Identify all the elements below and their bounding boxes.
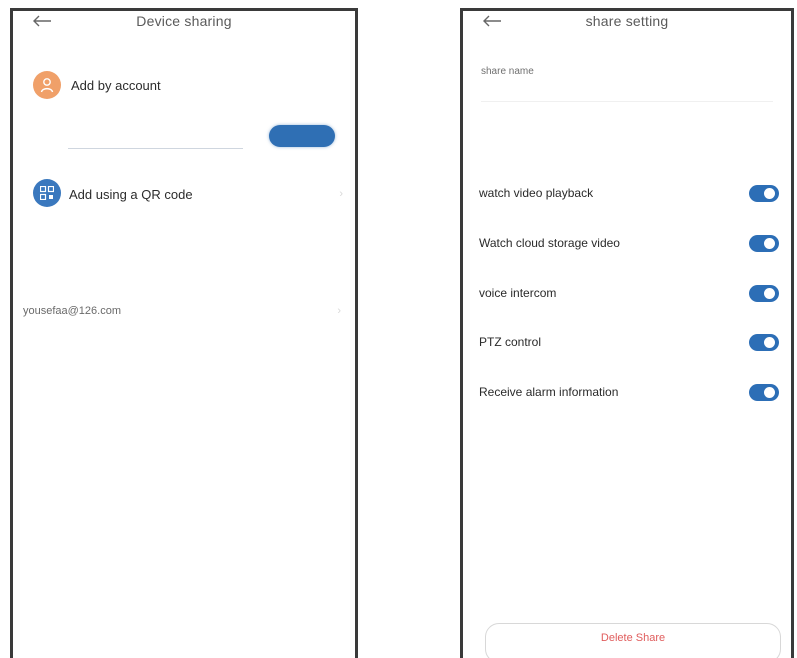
confirm-button[interactable]: [269, 125, 335, 147]
chevron-right-icon: ›: [339, 188, 343, 200]
chevron-right-icon: ›: [337, 305, 341, 317]
qr-code-icon: [33, 179, 61, 207]
permission-label: voice intercom: [479, 286, 557, 300]
permission-toggle[interactable]: [749, 285, 779, 302]
permission-row: Receive alarm information: [479, 382, 779, 404]
add-qr-code-row[interactable]: Add using a QR code ›: [33, 179, 343, 211]
device-sharing-screen: Device sharing Add by account Add using …: [10, 8, 358, 658]
permission-row: PTZ control: [479, 332, 779, 354]
share-setting-screen: share setting share name watch video pla…: [460, 8, 794, 658]
permission-row: Watch cloud storage video: [479, 233, 779, 255]
toggle-knob: [764, 188, 775, 199]
permission-label: Receive alarm information: [479, 385, 619, 399]
shared-account-item[interactable]: yousefaa@126.com: [23, 305, 121, 317]
add-by-account-row[interactable]: Add by account: [33, 71, 333, 103]
toggle-knob: [764, 288, 775, 299]
title-bar: share setting: [463, 11, 791, 37]
permission-toggle[interactable]: [749, 185, 779, 202]
permission-toggle[interactable]: [749, 334, 779, 351]
divider: [481, 101, 773, 102]
add-qr-code-label: Add using a QR code: [69, 187, 193, 202]
account-input[interactable]: [68, 125, 243, 149]
toggle-knob: [764, 238, 775, 249]
permission-label: Watch cloud storage video: [479, 236, 620, 250]
share-name-row[interactable]: share name: [481, 61, 777, 85]
permission-toggle[interactable]: [749, 235, 779, 252]
add-by-account-label: Add by account: [71, 78, 161, 93]
delete-share-button[interactable]: Delete Share: [485, 623, 781, 658]
toggle-knob: [764, 387, 775, 398]
share-name-label: share name: [481, 66, 534, 77]
page-title: share setting: [585, 13, 669, 29]
permission-row: watch video playback: [479, 183, 779, 205]
permission-row: voice intercom: [479, 283, 779, 305]
page-title: Device sharing: [136, 13, 232, 29]
user-icon: [33, 71, 61, 99]
permission-toggle[interactable]: [749, 384, 779, 401]
permission-label: watch video playback: [479, 186, 594, 200]
title-bar: Device sharing: [13, 11, 355, 37]
toggle-knob: [764, 337, 775, 348]
permission-label: PTZ control: [479, 335, 542, 349]
